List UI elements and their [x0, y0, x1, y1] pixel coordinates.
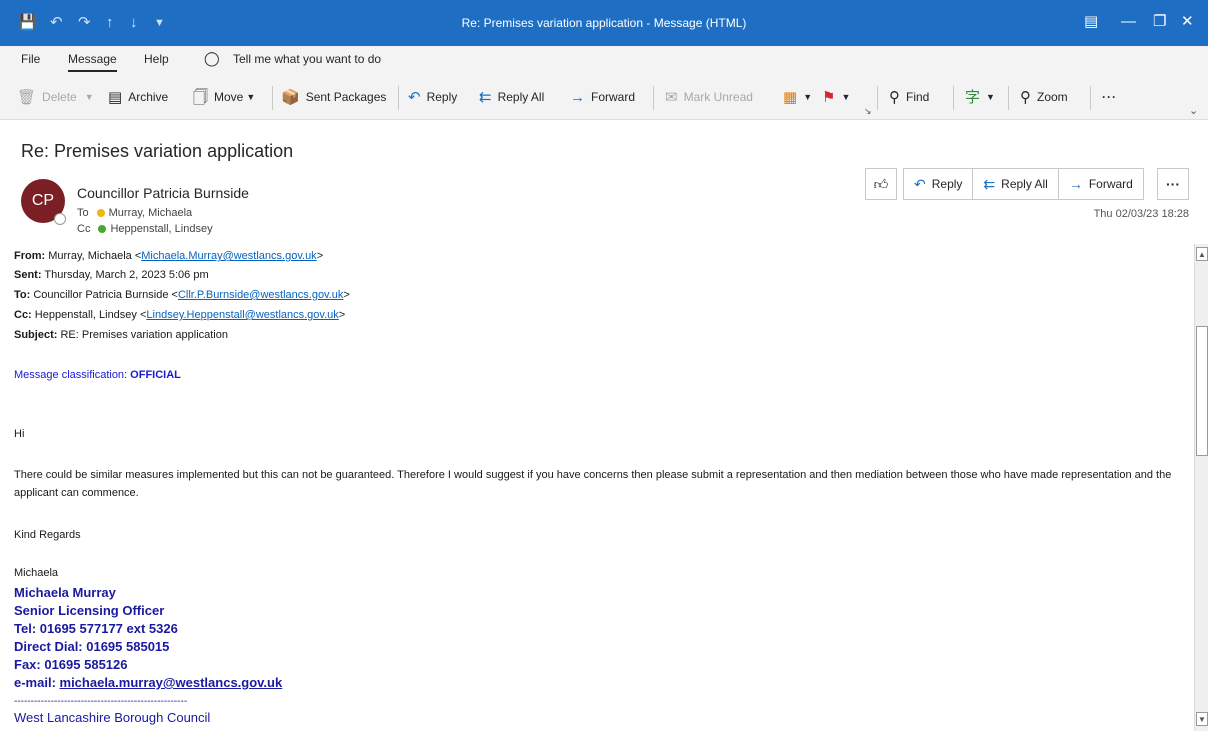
cc-email-link[interactable]: Lindsey.Heppenstall@westlancs.gov.uk	[146, 309, 338, 321]
search-icon: ⚲	[889, 88, 900, 106]
mark-unread-button[interactable]: ✉ Mark Unread	[665, 85, 753, 109]
zoom-icon: ⚲	[1020, 88, 1031, 106]
to-recipients: To Murray, Michaela	[77, 207, 193, 219]
sender-name[interactable]: Councillor Patricia Burnside	[77, 185, 249, 201]
presence-away-icon	[96, 209, 105, 217]
cc-recipients: Cc Heppenstall, Lindsey	[77, 223, 213, 235]
forward-icon: →	[1068, 176, 1083, 192]
reply-icon: ↶	[914, 175, 926, 192]
from-email-link[interactable]: Michaela.Murray@westlancs.gov.uk	[141, 250, 316, 262]
message-subject: Re: Premises variation application	[21, 141, 294, 161]
presence-available-icon	[98, 225, 107, 233]
inline-forward-button[interactable]: → Forward	[1057, 169, 1143, 199]
to-recipient[interactable]: Murray, Michaela	[109, 207, 193, 219]
signature-council: West Lancashire Borough Council	[14, 710, 211, 725]
header-to: To: Councillor Patricia Burnside <Cllr.P…	[14, 289, 350, 301]
header-subject: Subject: RE: Premises variation applicat…	[14, 329, 228, 341]
chevron-down-icon: ▼	[84, 92, 94, 102]
restore-icon[interactable]: ❐	[1153, 12, 1166, 32]
reply-button[interactable]: ↶ Reply	[408, 85, 457, 109]
first-name: Michaela	[14, 567, 59, 579]
title-bar: 💾 ↶ ↷ ↑ ↓ ▼ Re: Premises variation appli…	[0, 0, 1208, 46]
more-actions-button[interactable]: ···	[1157, 168, 1189, 200]
signature-email-link[interactable]: michaela.murray@westlancs.gov.uk	[60, 675, 283, 690]
header-cc: Cc: Heppenstall, Lindsey <Lindsey.Heppen…	[14, 309, 346, 321]
vertical-scrollbar[interactable]: ▲ ▼	[1194, 244, 1208, 731]
forward-button[interactable]: → Forward	[570, 85, 635, 109]
reply-all-icon: ⇇	[983, 175, 996, 192]
scroll-down-icon[interactable]: ▼	[1196, 712, 1208, 726]
greeting: Hi	[14, 428, 25, 440]
follow-up-button[interactable]: ⚑ ▼	[822, 85, 850, 109]
reply-all-button[interactable]: ⇇ Reply All	[479, 85, 544, 109]
signature-role: Senior Licensing Officer	[14, 603, 165, 618]
like-button[interactable]: 👍︎	[865, 168, 897, 200]
more-commands-button[interactable]: ···	[1102, 85, 1117, 109]
move-button[interactable]: 🗍 Move ▼	[193, 85, 255, 109]
body-paragraph: There could be similar measures implemen…	[14, 469, 1172, 499]
inline-reply-button[interactable]: ↶ Reply	[904, 169, 972, 199]
chevron-down-icon: ▼	[841, 92, 851, 102]
packages-icon: 📦	[281, 88, 300, 106]
message-classification: Message classification: OFFICIAL	[14, 369, 181, 381]
categorize-button[interactable]: ▦ ▼	[783, 85, 812, 109]
delete-button[interactable]: 🗑 Delete ▼	[17, 85, 94, 109]
signature-email: e-mail: michaela.murray@westlancs.gov.uk	[14, 675, 283, 690]
reply-all-icon: ⇇	[479, 88, 492, 106]
reply-icon: ↶	[408, 88, 421, 106]
received-datetime: Thu 02/03/23 18:28	[1093, 208, 1189, 220]
signature-direct-dial: Direct Dial: 01695 585015	[14, 639, 170, 654]
menu-help[interactable]: Help	[144, 52, 169, 66]
signature-tel: Tel: 01695 577177 ext 5326	[14, 621, 178, 636]
translate-button[interactable]: 字 ▼	[965, 85, 995, 109]
presence-indicator	[54, 213, 66, 225]
message-actions: ↶ Reply ⇇ Reply All → Forward	[903, 168, 1144, 200]
signature-fax: Fax: 01695 585126	[14, 657, 128, 672]
forward-icon: →	[570, 88, 585, 106]
trash-icon: 🗑	[17, 88, 37, 106]
scroll-thumb[interactable]	[1196, 326, 1208, 456]
closing: Kind Regards	[14, 529, 81, 541]
menu-bar: File Message Help ◯ Tell me what you wan…	[0, 46, 1208, 74]
archive-icon: ▤	[108, 88, 123, 106]
find-button[interactable]: ⚲ Find	[889, 85, 929, 109]
categorize-icon: ▦	[783, 88, 798, 106]
signature-name: Michaela Murray	[14, 585, 116, 600]
envelope-icon: ✉	[665, 88, 678, 106]
ribbon-display-options-icon[interactable]: ▤	[1084, 12, 1098, 32]
expand-ribbon-icon[interactable]: ⌄	[1189, 104, 1198, 117]
window-title: Re: Premises variation application - Mes…	[461, 16, 747, 30]
minimize-icon[interactable]: —	[1121, 12, 1136, 32]
menu-file[interactable]: File	[21, 52, 40, 66]
ribbon-toolbar: 🗑 Delete ▼ ▤ Archive 🗍 Move ▼ 📦 Sent Pac…	[0, 74, 1208, 120]
zoom-button[interactable]: ⚲ Zoom	[1020, 85, 1068, 109]
menu-message[interactable]: Message	[68, 52, 117, 72]
header-from: From: Murray, Michaela <Michaela.Murray@…	[14, 250, 324, 262]
header-sent: Sent: Thursday, March 2, 2023 5:06 pm	[14, 269, 209, 281]
lightbulb-icon: ◯	[204, 50, 220, 66]
archive-button[interactable]: ▤ Archive	[108, 85, 168, 109]
move-icon: 🗍	[193, 88, 208, 106]
thumbs-up-icon: 👍︎	[873, 175, 889, 192]
dialog-launcher-icon[interactable]: ↘	[864, 106, 872, 117]
to-email-link[interactable]: Cllr.P.Burnside@westlancs.gov.uk	[178, 289, 343, 301]
close-icon[interactable]: ✕	[1181, 12, 1194, 32]
chevron-down-icon: ▼	[986, 92, 995, 102]
translate-icon: 字	[965, 88, 981, 106]
signature-divider: ----------------------------------------…	[14, 696, 188, 707]
chevron-down-icon: ▼	[803, 92, 813, 102]
cc-recipient[interactable]: Heppenstall, Lindsey	[110, 223, 212, 235]
flag-icon: ⚑	[822, 88, 836, 106]
tell-me-search[interactable]: Tell me what you want to do	[233, 52, 381, 66]
sent-packages-button[interactable]: 📦 Sent Packages	[281, 85, 386, 109]
scroll-up-icon[interactable]: ▲	[1196, 247, 1208, 261]
chevron-down-icon: ▼	[246, 92, 256, 102]
inline-reply-all-button[interactable]: ⇇ Reply All	[972, 169, 1057, 199]
